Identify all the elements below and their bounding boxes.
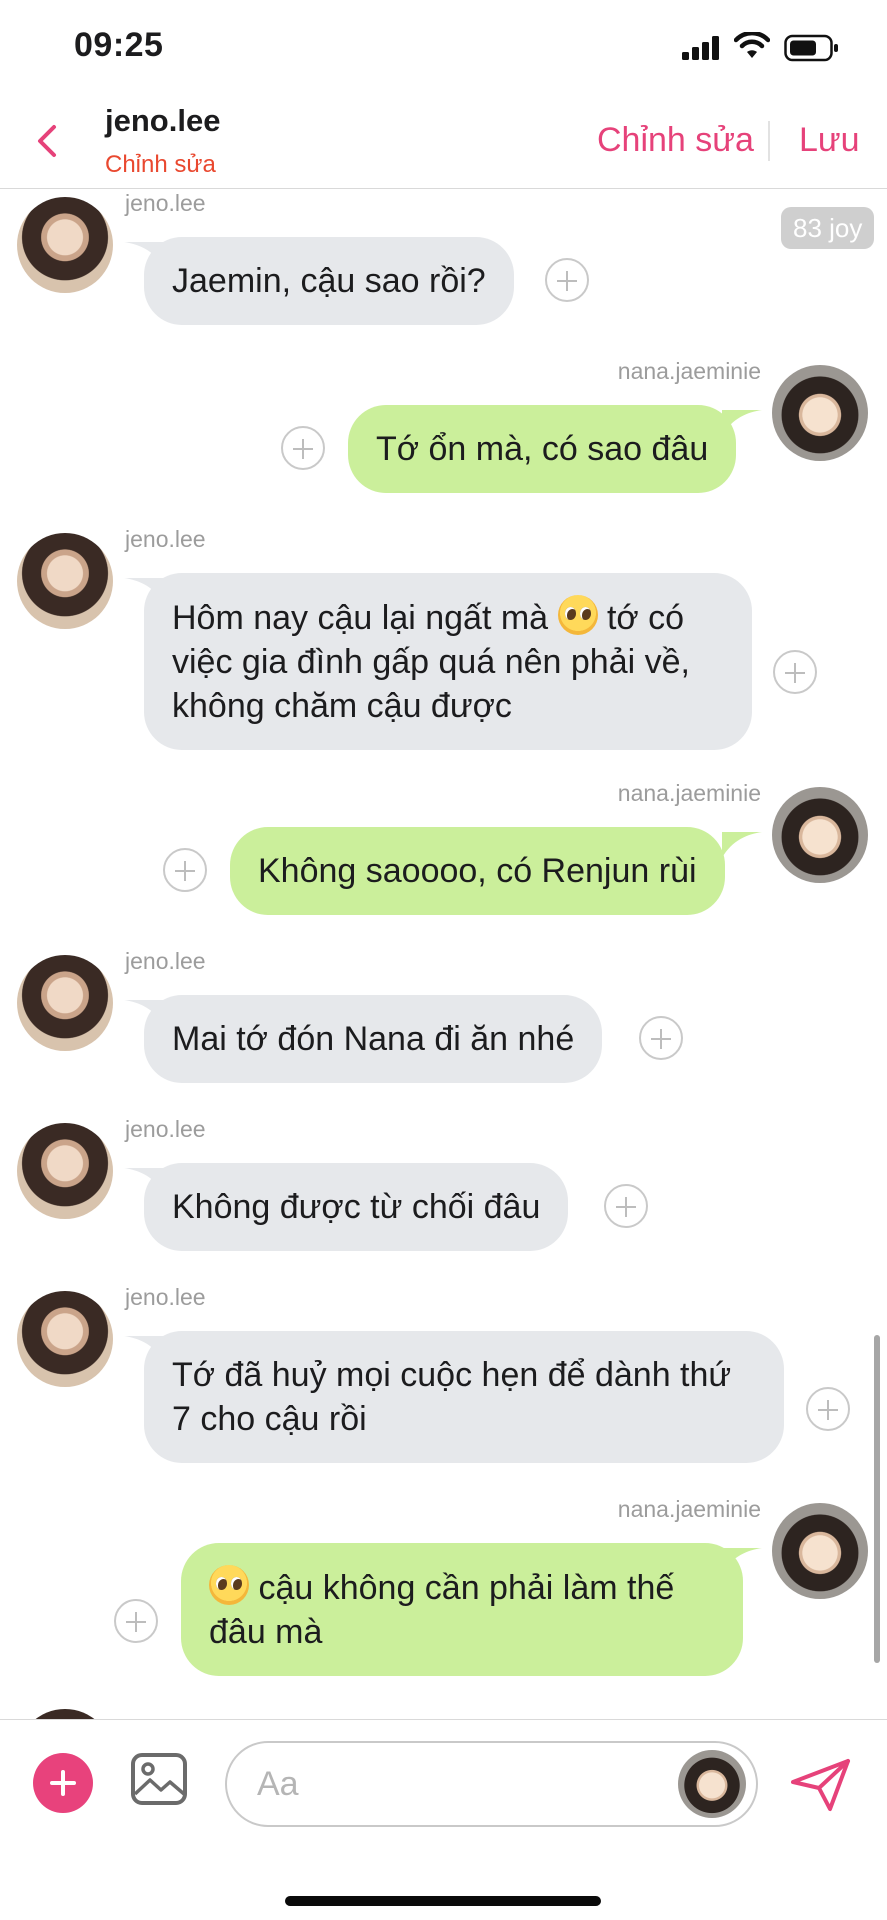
plus-icon[interactable] [33,1753,93,1813]
sender-avatar[interactable] [17,197,113,293]
add-reaction-icon[interactable] [163,848,207,892]
message-bubble[interactable]: Jaemin, cậu sao rồi? [144,237,514,325]
message-text: Không saoooo, có Renjun rùi [258,852,697,890]
message-text-line: không chăm cậu được [172,687,512,725]
home-indicator [285,1896,601,1906]
sender-name: nana.jaeminie [617,358,761,384]
message-text-line: 7 cho cậu rồi [172,1400,367,1438]
sender-name: jeno.lee [125,948,206,974]
wifi-icon [734,32,770,58]
message-text: Không được từ chối đâu [172,1188,541,1226]
message-item [0,1706,887,1719]
message-composer: Aa [0,1719,887,1920]
add-reaction-icon[interactable] [114,1599,158,1643]
scrollbar[interactable] [874,1335,880,1663]
message-bubble[interactable]: Không saoooo, có Renjun rùi [230,827,725,915]
message-text: Mai tớ đón Nana đi ăn nhé [172,1020,575,1058]
message-input[interactable]: Aa [225,1741,758,1827]
message-bubble[interactable]: Mai tớ đón Nana đi ăn nhé [144,995,603,1083]
image-icon[interactable] [130,1750,188,1808]
message-list[interactable]: jeno.lee 83 joy Jaemin, cậu sao rồi? nan… [0,190,887,1719]
battery-icon [784,34,838,62]
header-divider [768,121,770,161]
message-text-line: Hôm nay cậu lại ngất mà tớ có [172,595,724,640]
status-bar: 09:25 [0,0,887,95]
sender-name: nana.jaeminie [617,1496,761,1522]
add-reaction-icon[interactable] [604,1184,648,1228]
message-input-placeholder: Aa [257,1765,299,1803]
add-reaction-icon[interactable] [281,426,325,470]
edit-button[interactable]: Chỉnh sửa [597,121,754,160]
save-button[interactable]: Lưu [799,121,860,160]
message-item: nana.jaeminie Không saoooo, có Renjun rù… [0,780,887,920]
sender-avatar[interactable] [17,955,113,1051]
message-bubble[interactable]: Tớ ổn mà, có sao đâu [348,405,737,493]
sender-avatar[interactable] [772,1503,868,1599]
add-reaction-icon[interactable] [639,1016,683,1060]
chat-subtitle: Chỉnh sửa [105,151,216,178]
message-text-line: cậu không cần phải làm thế [209,1565,715,1610]
message-text-line: đâu mà [209,1613,323,1651]
add-reaction-icon[interactable] [773,650,817,694]
message-text: tớ có [597,599,685,637]
message-item: jeno.lee Mai tớ đón Nana đi ăn nhé [0,948,887,1088]
message-text-line: Tớ đã huỷ mọi cuộc hẹn để dành thứ [172,1356,732,1394]
cellular-signal-icon [682,36,719,60]
message-bubble[interactable]: Hôm nay cậu lại ngất mà tớ có việc gia đ… [144,573,752,750]
sender-name: nana.jaeminie [617,780,761,806]
status-time: 09:25 [74,26,164,64]
sender-name: jeno.lee [125,190,206,216]
chat-title: jeno.lee [105,103,221,138]
message-item: nana.jaeminie Tớ ổn mà, có sao đâu [0,358,887,498]
message-item: nana.jaeminie cậu không cần phải làm thế… [0,1496,887,1676]
chat-header: jeno.lee Chỉnh sửa Chỉnh sửa Lưu [0,95,887,189]
sender-avatar[interactable] [772,365,868,461]
add-reaction-icon[interactable] [545,258,589,302]
sender-name: jeno.lee [125,526,206,552]
sender-avatar-switch[interactable] [678,1750,746,1818]
send-icon[interactable] [790,1758,852,1812]
message-bubble[interactable]: Tớ đã huỷ mọi cuộc hẹn để dành thứ 7 cho… [144,1331,784,1463]
sender-name: jeno.lee [125,1284,206,1310]
message-item: jeno.lee Tớ đã huỷ mọi cuộc hẹn để dành … [0,1284,887,1464]
message-item: jeno.lee Hôm nay cậu lại ngất mà tớ có v… [0,526,887,750]
message-text: Hôm nay cậu lại ngất mà [172,599,558,637]
message-text: Tớ ổn mà, có sao đâu [376,430,709,468]
pleading-face-emoji-icon [209,1565,249,1605]
sender-avatar[interactable] [17,533,113,629]
chevron-left-icon[interactable] [30,119,66,163]
pleading-face-emoji-icon [557,595,598,635]
joy-badge: 83 joy [781,207,875,249]
message-bubble[interactable]: Không được từ chối đâu [144,1163,569,1251]
message-text: Jaemin, cậu sao rồi? [172,262,486,300]
message-item: jeno.lee Không được từ chối đâu [0,1116,887,1256]
add-reaction-icon[interactable] [806,1387,850,1431]
sender-avatar[interactable] [772,787,868,883]
bubble-tail [722,832,762,858]
sender-avatar[interactable] [17,1123,113,1219]
sender-avatar[interactable] [17,1709,113,1719]
message-text-line: việc gia đình gấp quá nên phải về, [172,643,690,681]
message-text: cậu không cần phải làm thế [249,1569,675,1607]
sender-name: jeno.lee [125,1116,206,1142]
message-item: jeno.lee 83 joy Jaemin, cậu sao rồi? [0,190,887,330]
sender-avatar[interactable] [17,1291,113,1387]
message-bubble[interactable]: cậu không cần phải làm thế đâu mà [181,1543,743,1676]
